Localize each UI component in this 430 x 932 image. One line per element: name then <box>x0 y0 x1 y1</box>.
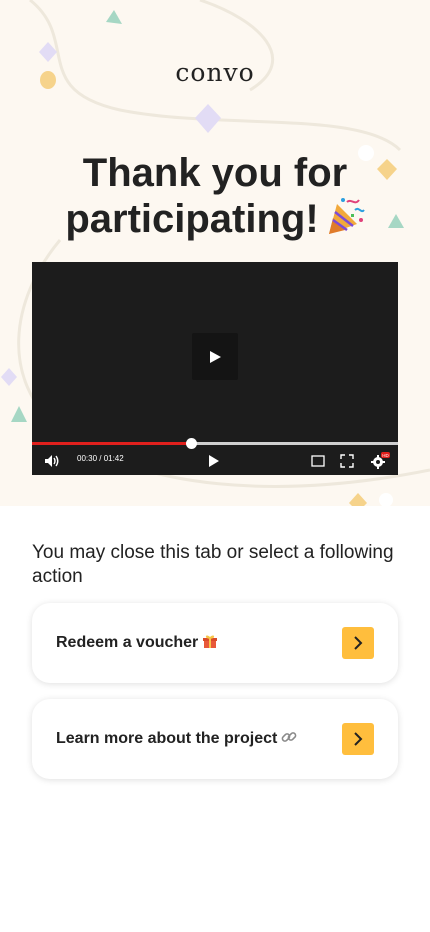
actions-prompt: You may close this tab or select a follo… <box>32 542 394 587</box>
settings-gear-icon[interactable]: HD <box>370 452 390 470</box>
learn-more-card[interactable]: Learn more about the project <box>32 699 398 779</box>
link-icon <box>281 729 297 750</box>
triangle-shape <box>106 10 122 24</box>
play-icon <box>209 455 219 467</box>
party-popper-icon <box>325 196 365 246</box>
page-title-text: Thank you for participating! <box>65 151 348 241</box>
page-title: Thank you for participating! <box>20 150 410 246</box>
video-play-overlay-button[interactable] <box>192 333 238 380</box>
video-progress-fill <box>32 442 192 445</box>
redeem-voucher-arrow-button[interactable] <box>342 627 374 659</box>
diamond-shape <box>1 368 17 386</box>
play-button[interactable] <box>208 452 220 470</box>
fullscreen-icon[interactable] <box>340 452 354 470</box>
gift-icon <box>202 633 218 654</box>
volume-icon[interactable] <box>44 452 60 470</box>
card-label: Learn more about the project <box>56 729 342 750</box>
video-time-display: 00:30 / 01:42 <box>77 454 124 463</box>
redeem-voucher-card[interactable]: Redeem a voucher <box>32 603 398 683</box>
redeem-voucher-label: Redeem a voucher <box>56 633 199 651</box>
learn-more-arrow-button[interactable] <box>342 723 374 755</box>
triangle-shape <box>11 406 27 422</box>
learn-more-label: Learn more about the project <box>56 729 278 747</box>
video-progress-bar[interactable] <box>32 438 398 449</box>
play-icon <box>210 350 221 363</box>
chevron-right-icon <box>354 636 363 650</box>
video-player[interactable]: 00:30 / 01:42 HD <box>32 262 398 475</box>
video-controls: 00:30 / 01:42 HD <box>32 448 398 475</box>
hero-section: convo Thank you for participating! 00:30… <box>0 0 430 506</box>
chevron-right-icon <box>354 732 363 746</box>
convo-logo: convo <box>175 58 255 87</box>
diamond-shape <box>195 104 221 133</box>
circle-shape <box>379 493 393 506</box>
card-label: Redeem a voucher <box>56 633 342 654</box>
diamond-shape <box>349 493 367 506</box>
hd-badge: HD <box>382 453 389 458</box>
miniplayer-icon[interactable] <box>311 452 325 470</box>
